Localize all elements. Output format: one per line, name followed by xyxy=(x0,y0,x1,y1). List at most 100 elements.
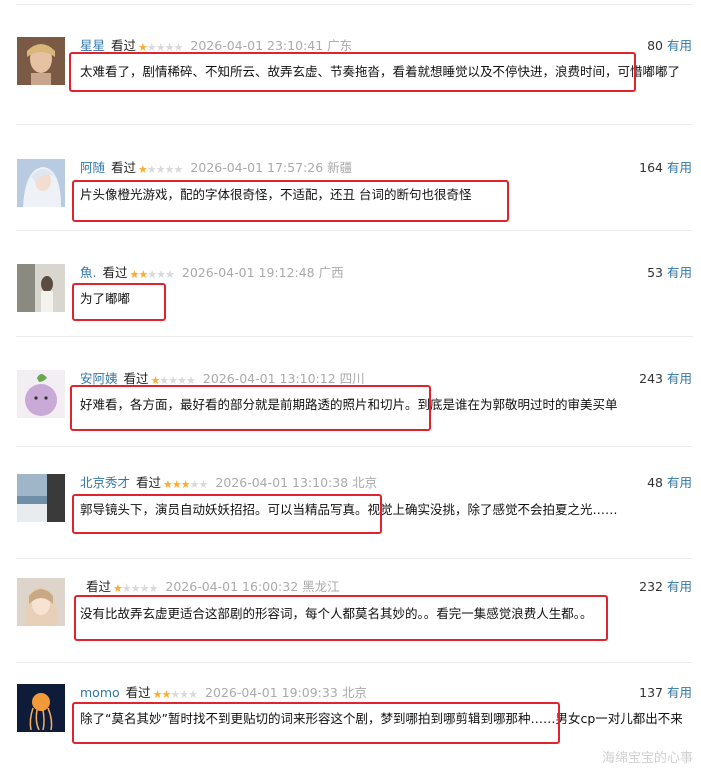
watch-status: 看过 xyxy=(86,579,112,594)
star-filled-icon: ★ xyxy=(180,478,191,491)
star-empty-icon: ★ xyxy=(130,582,141,595)
vote-count: 80 xyxy=(647,38,663,53)
timestamp: 2026-04-01 16:00:32 xyxy=(165,579,299,594)
watch-status: 看过 xyxy=(125,685,151,700)
avatar[interactable] xyxy=(17,370,65,418)
review-content: 片头像橙光游戏，配的字体很奇怪，不适配，还丑 台词的断句也很奇怪 xyxy=(80,187,472,202)
username-link[interactable]: 星星 xyxy=(80,38,105,53)
rating-stars: ★★★★★ xyxy=(152,685,198,704)
rating-stars: ★★★★★ xyxy=(130,265,175,284)
watch-status: 看过 xyxy=(136,475,162,490)
star-empty-icon: ★ xyxy=(139,582,150,595)
watch-status: 看过 xyxy=(102,265,128,280)
rating-stars: ★★★★★ xyxy=(113,579,159,598)
vote-area: 243 有用 xyxy=(639,370,692,388)
avatar[interactable] xyxy=(17,684,65,732)
vote-count: 48 xyxy=(647,475,663,490)
location: 黑龙江 xyxy=(302,579,340,594)
star-empty-icon: ★ xyxy=(173,41,184,54)
separator xyxy=(16,558,693,559)
vote-count: 137 xyxy=(639,685,663,700)
watermark: 海绵宝宝的心事 xyxy=(601,751,693,766)
useful-button[interactable]: 有用 xyxy=(667,579,692,594)
vote-count: 53 xyxy=(647,265,663,280)
useful-button[interactable]: 有用 xyxy=(667,371,692,386)
star-empty-icon: ★ xyxy=(177,374,187,387)
username-link[interactable]: 北京秀才 xyxy=(80,475,130,490)
username-link[interactable]: 阿随 xyxy=(80,160,105,175)
avatar[interactable] xyxy=(17,578,65,626)
star-empty-icon: ★ xyxy=(164,163,175,176)
watch-status: 看过 xyxy=(111,38,137,53)
username-link[interactable]: 魚. xyxy=(80,265,96,280)
location: 广西 xyxy=(318,265,344,280)
useful-button[interactable]: 有用 xyxy=(667,160,692,175)
separator xyxy=(16,336,693,337)
vote-count: 243 xyxy=(639,371,663,386)
watch-status: 看过 xyxy=(123,371,149,386)
useful-button[interactable]: 有用 xyxy=(667,685,692,700)
useful-button[interactable]: 有用 xyxy=(667,38,692,53)
star-filled-icon: ★ xyxy=(113,582,123,595)
review-content: 郭导镜头下，演员自动妖妖招招。可以当精品写真。视觉上确实没挑，除了感觉不会拍夏之… xyxy=(80,502,618,517)
star-empty-icon: ★ xyxy=(189,478,200,491)
review-content: 好难看，各方面，最好看的部分就是前期路透的照片和切片。到底是谁在为郭敬明过时的审… xyxy=(80,397,618,412)
separator xyxy=(16,230,693,231)
username-link[interactable]: 安阿姨 xyxy=(80,371,118,386)
avatar[interactable] xyxy=(17,159,65,207)
useful-button[interactable]: 有用 xyxy=(667,475,692,490)
star-filled-icon: ★ xyxy=(138,268,148,281)
review-content: 没有比故弄玄虚更适合这部剧的形容词，每个人都莫名其妙的。。看完一集感觉浪费人生都… xyxy=(80,606,593,621)
avatar[interactable] xyxy=(17,264,65,312)
review-meta: 安阿姨 看过 ★★★★★ 2026-04-01 13:10:12 四川 xyxy=(80,370,365,388)
star-filled-icon: ★ xyxy=(138,41,148,54)
star-empty-icon: ★ xyxy=(155,41,166,54)
star-empty-icon: ★ xyxy=(156,268,166,281)
location: 四川 xyxy=(339,371,365,386)
review-meta: momo 看过 ★★★★★ 2026-04-01 19:09:33 北京 xyxy=(80,684,367,702)
timestamp: 2026-04-01 13:10:12 xyxy=(202,371,336,386)
comment-list: 星星 看过 ★★★★★ 2026-04-01 23:10:41 广东 80 有用 太难看了… xyxy=(0,0,701,774)
vote-area: 232 有用 xyxy=(639,578,692,596)
useful-button[interactable]: 有用 xyxy=(667,265,692,280)
star-empty-icon: ★ xyxy=(148,582,159,595)
vote-area: 137 有用 xyxy=(639,684,692,702)
rating-stars: ★★★★★ xyxy=(138,160,184,179)
username-link[interactable]: momo xyxy=(80,685,120,700)
star-empty-icon: ★ xyxy=(147,268,157,281)
star-empty-icon: ★ xyxy=(155,163,166,176)
separator xyxy=(16,662,693,663)
location: 广东 xyxy=(327,38,353,53)
review-meta: 看过 ★★★★★ 2026-04-01 16:00:32 黑龙江 xyxy=(80,578,340,596)
rating-stars: ★★★★★ xyxy=(151,371,196,390)
timestamp: 2026-04-01 13:10:38 xyxy=(215,475,349,490)
star-empty-icon: ★ xyxy=(173,163,184,176)
separator xyxy=(16,124,693,125)
vote-count: 232 xyxy=(639,579,663,594)
star-empty-icon: ★ xyxy=(159,374,169,387)
vote-area: 80 有用 xyxy=(647,37,692,55)
separator xyxy=(16,446,693,447)
star-empty-icon: ★ xyxy=(198,478,209,491)
review-content: 除了“莫名其妙”暂时找不到更贴切的词来形容这个剧，梦到哪拍到哪剪辑到哪那种……男… xyxy=(80,711,683,726)
avatar[interactable] xyxy=(17,37,65,85)
review-meta: 阿随 看过 ★★★★★ 2026-04-01 17:57:26 新疆 xyxy=(80,159,352,177)
star-filled-icon: ★ xyxy=(152,688,163,701)
rating-stars: ★★★★★ xyxy=(138,38,184,57)
star-empty-icon: ★ xyxy=(188,688,198,701)
location: 北京 xyxy=(341,685,367,700)
rating-stars: ★★★★★ xyxy=(163,475,209,494)
star-filled-icon: ★ xyxy=(163,478,173,491)
star-empty-icon: ★ xyxy=(168,374,178,387)
timestamp: 2026-04-01 19:09:33 xyxy=(205,685,338,700)
timestamp: 2026-04-01 17:57:26 xyxy=(190,160,324,175)
timestamp: 2026-04-01 19:12:48 xyxy=(181,265,315,280)
separator xyxy=(16,4,693,5)
review-meta: 北京秀才 看过 ★★★★★ 2026-04-01 13:10:38 北京 xyxy=(80,474,377,492)
location: 新疆 xyxy=(327,160,353,175)
vote-area: 164 有用 xyxy=(639,159,692,177)
avatar[interactable] xyxy=(17,474,65,522)
star-empty-icon: ★ xyxy=(179,688,189,701)
star-empty-icon: ★ xyxy=(121,582,132,595)
timestamp: 2026-04-01 23:10:41 xyxy=(190,38,324,53)
